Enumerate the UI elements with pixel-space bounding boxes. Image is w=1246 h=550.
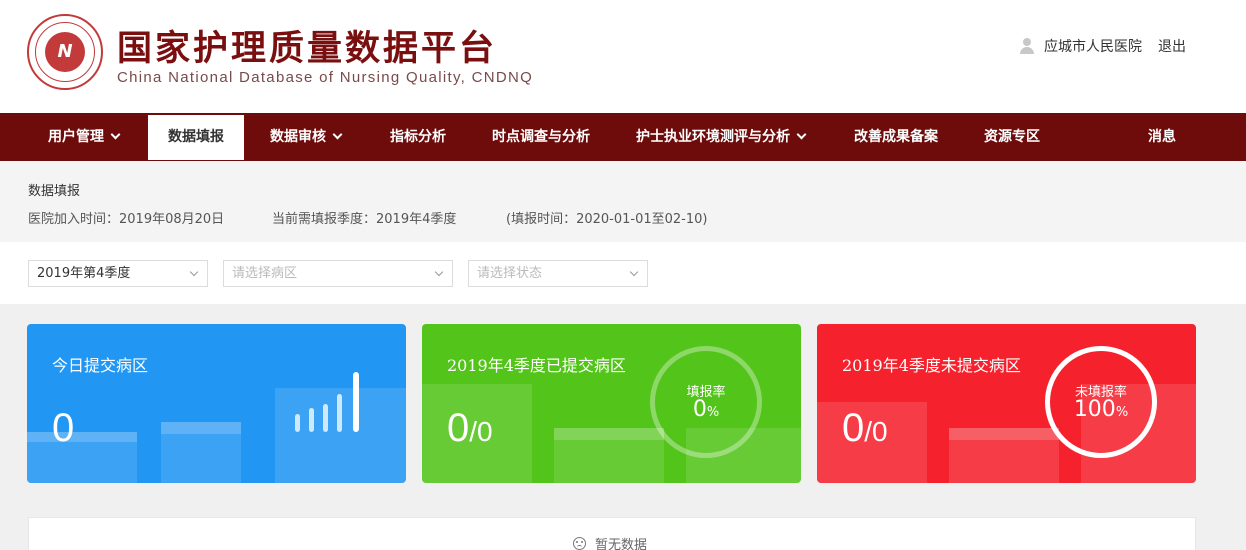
user-name: 应城市人民医院 xyxy=(1044,39,1142,55)
nav-nurse-environment[interactable]: 护士执业环境测评与分析 xyxy=(636,113,807,161)
bar-signal-icon xyxy=(295,370,367,432)
chevron-down-icon xyxy=(110,129,121,140)
nav-messages[interactable]: 消息 xyxy=(1148,113,1176,161)
card-quarter-submitted: 2019年4季度已提交病区 0/0 填报率 0% xyxy=(422,324,801,483)
site-title: 国家护理质量数据平台 xyxy=(117,29,498,69)
header: N 国家护理质量数据平台 China National Database of … xyxy=(0,0,1246,113)
info-bar: 数据填报 医院加入时间：2019年08月20日 当前需填报季度：2019年4季度… xyxy=(0,161,1246,242)
card-value: 0/0 xyxy=(842,406,888,450)
ward-select[interactable]: 请选择病区 xyxy=(223,260,453,287)
sad-face-icon xyxy=(573,537,586,550)
nav-resources[interactable]: 资源专区 xyxy=(984,113,1040,161)
user-area: 应城市人民医院 退出 xyxy=(1020,36,1186,56)
nav-data-entry[interactable]: 数据填报 xyxy=(148,115,244,160)
card-today-submitted: 今日提交病区 0 xyxy=(27,324,406,483)
fill-rate-gauge: 填报率 0% xyxy=(650,346,762,458)
empty-message: 暂无数据 xyxy=(595,538,648,550)
status-select[interactable]: 请选择状态 xyxy=(468,260,648,287)
nav-data-review[interactable]: 数据审核 xyxy=(270,113,343,161)
nav-user-management[interactable]: 用户管理 xyxy=(48,113,121,161)
card-quarter-unsubmitted: 2019年4季度未提交病区 0/0 未填报率 100% xyxy=(817,324,1196,483)
chevron-down-icon xyxy=(434,267,444,277)
fill-period: (填报时间：2020-01-01至02-10) xyxy=(506,212,708,227)
breadcrumb: 数据填报 xyxy=(28,184,81,199)
chevron-down-icon xyxy=(796,129,807,140)
filter-bar: 2019年第4季度 请选择病区 请选择状态 xyxy=(0,242,1246,304)
card-value: 0 xyxy=(52,406,75,450)
chevron-down-icon xyxy=(629,267,639,277)
logo-glyph-icon: N xyxy=(57,41,73,62)
nav-indicator-analysis[interactable]: 指标分析 xyxy=(390,113,446,161)
quarter-select[interactable]: 2019年第4季度 xyxy=(28,260,208,287)
card-value: 0/0 xyxy=(447,406,493,450)
card-title: 2019年4季度已提交病区 xyxy=(447,356,626,375)
logout-link[interactable]: 退出 xyxy=(1158,36,1186,56)
chevron-down-icon xyxy=(189,267,199,277)
nav-point-survey[interactable]: 时点调查与分析 xyxy=(492,113,590,161)
cndnq-logo: N xyxy=(27,14,103,90)
card-title: 2019年4季度未提交病区 xyxy=(842,356,1021,375)
site-subtitle: China National Database of Nursing Quali… xyxy=(117,69,534,86)
empty-state: 暂无数据 xyxy=(28,517,1196,550)
join-time: 医院加入时间：2019年08月20日 xyxy=(28,212,225,227)
current-quarter: 当前需填报季度：2019年4季度 xyxy=(272,212,457,227)
card-title: 今日提交病区 xyxy=(52,356,149,375)
nav-improvement-records[interactable]: 改善成果备案 xyxy=(854,113,938,161)
chevron-down-icon xyxy=(332,129,343,140)
user-icon xyxy=(1020,38,1034,54)
main-nav: 用户管理 数据填报 数据审核 指标分析 时点调查与分析 护士执业环境测评与分析 … xyxy=(0,113,1246,161)
unfilled-rate-gauge: 未填报率 100% xyxy=(1045,346,1157,458)
